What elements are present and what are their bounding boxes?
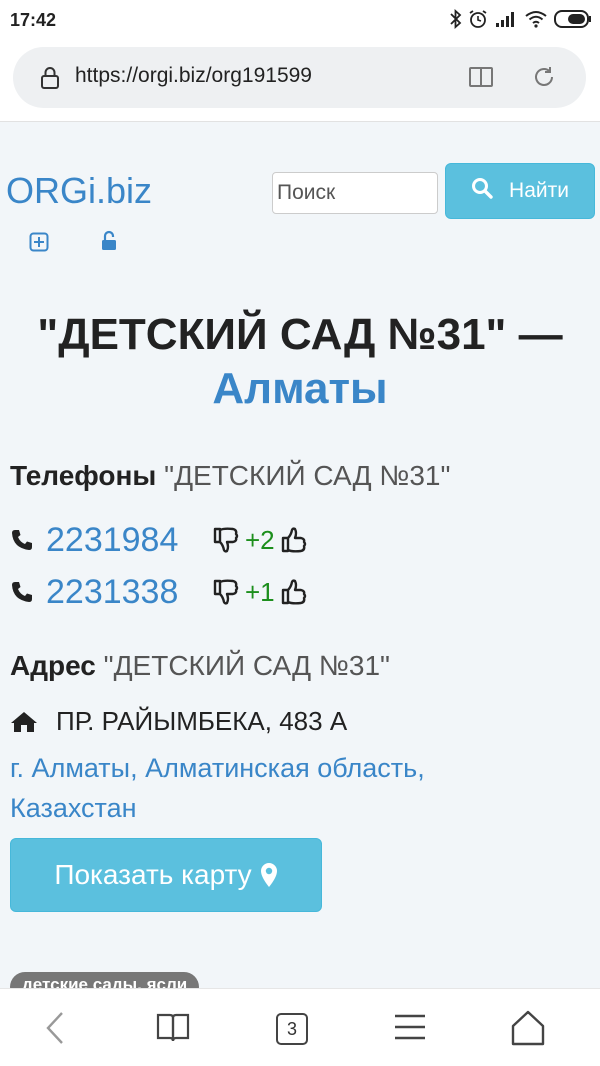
browser-bottom-nav: 3 <box>0 988 600 1066</box>
phones-heading-org: "ДЕТСКИЙ САД №31" <box>164 460 451 491</box>
unlock-icon[interactable] <box>100 230 118 257</box>
thumbs-down-icon[interactable] <box>211 525 241 555</box>
browser-toolbar: https://orgi.biz/org191599 <box>0 40 600 122</box>
address-heading: Адрес "ДЕТСКИЙ САД №31" <box>10 650 390 682</box>
menu-icon[interactable] <box>393 1009 427 1050</box>
phone-row: 2231338 +1 <box>10 572 309 612</box>
thumbs-down-icon[interactable] <box>211 577 241 607</box>
phone-number[interactable]: 2231984 <box>46 521 211 560</box>
site-logo[interactable]: ORGi.biz <box>6 170 152 212</box>
show-map-label: Показать карту <box>54 859 252 890</box>
address-region-link[interactable]: г. Алматы, Алматинская область, Казахста… <box>10 748 530 828</box>
thumbs-up-icon[interactable] <box>279 577 309 607</box>
search-button-label: Найти <box>509 179 569 202</box>
home-nav-icon[interactable] <box>510 1009 546 1052</box>
search-icon <box>471 177 493 205</box>
vote-score: +1 <box>245 576 275 607</box>
home-icon <box>11 711 37 732</box>
search-input[interactable] <box>272 172 438 214</box>
signal-icon <box>494 10 518 33</box>
reload-icon[interactable] <box>531 64 557 95</box>
phone-row: 2231984 +2 <box>10 520 309 560</box>
tabs-button[interactable]: 3 <box>276 1013 308 1045</box>
phone-number[interactable]: 2231338 <box>46 573 211 612</box>
map-marker-icon <box>260 863 277 887</box>
status-time: 17:42 <box>10 10 57 30</box>
status-bar: 17:42 <box>0 0 600 40</box>
phones-heading: Телефоны "ДЕТСКИЙ САД №31" <box>10 460 450 492</box>
phones-heading-label: Телефоны <box>10 460 157 491</box>
address-heading-org: "ДЕТСКИЙ САД №31" <box>103 650 390 681</box>
page-title-city[interactable]: Алматы <box>0 362 600 416</box>
phone-icon <box>12 582 32 602</box>
add-square-icon[interactable] <box>29 232 49 257</box>
address-heading-label: Адрес <box>10 650 96 681</box>
wifi-icon <box>524 9 548 34</box>
bluetooth-icon <box>450 8 462 34</box>
bookmarks-icon[interactable] <box>155 1009 191 1050</box>
status-icons <box>450 8 592 34</box>
url-text[interactable]: https://orgi.biz/org191599 <box>75 64 312 88</box>
phone-vote: +2 <box>211 525 309 556</box>
page-title: "ДЕТСКИЙ САД №31" — Алматы <box>0 308 600 416</box>
address-street: ПР. РАЙЫМБЕКА, 483 А <box>56 706 348 736</box>
alarm-icon <box>468 9 488 34</box>
show-map-button[interactable]: Показать карту <box>10 838 322 912</box>
address-bar[interactable]: https://orgi.biz/org191599 <box>13 47 586 108</box>
page-title-org: "ДЕТСКИЙ САД №31" — <box>37 310 563 359</box>
battery-icon <box>554 9 592 34</box>
address-street-line: ПР. РАЙЫМБЕКА, 483 А <box>10 706 347 737</box>
phone-vote: +1 <box>211 577 309 608</box>
reader-mode-icon[interactable] <box>468 65 494 94</box>
phone-icon <box>12 530 32 550</box>
search-button[interactable]: Найти <box>445 163 595 219</box>
lock-icon <box>39 65 61 96</box>
thumbs-up-icon[interactable] <box>279 525 309 555</box>
back-icon[interactable] <box>42 1009 68 1052</box>
vote-score: +2 <box>245 524 275 555</box>
